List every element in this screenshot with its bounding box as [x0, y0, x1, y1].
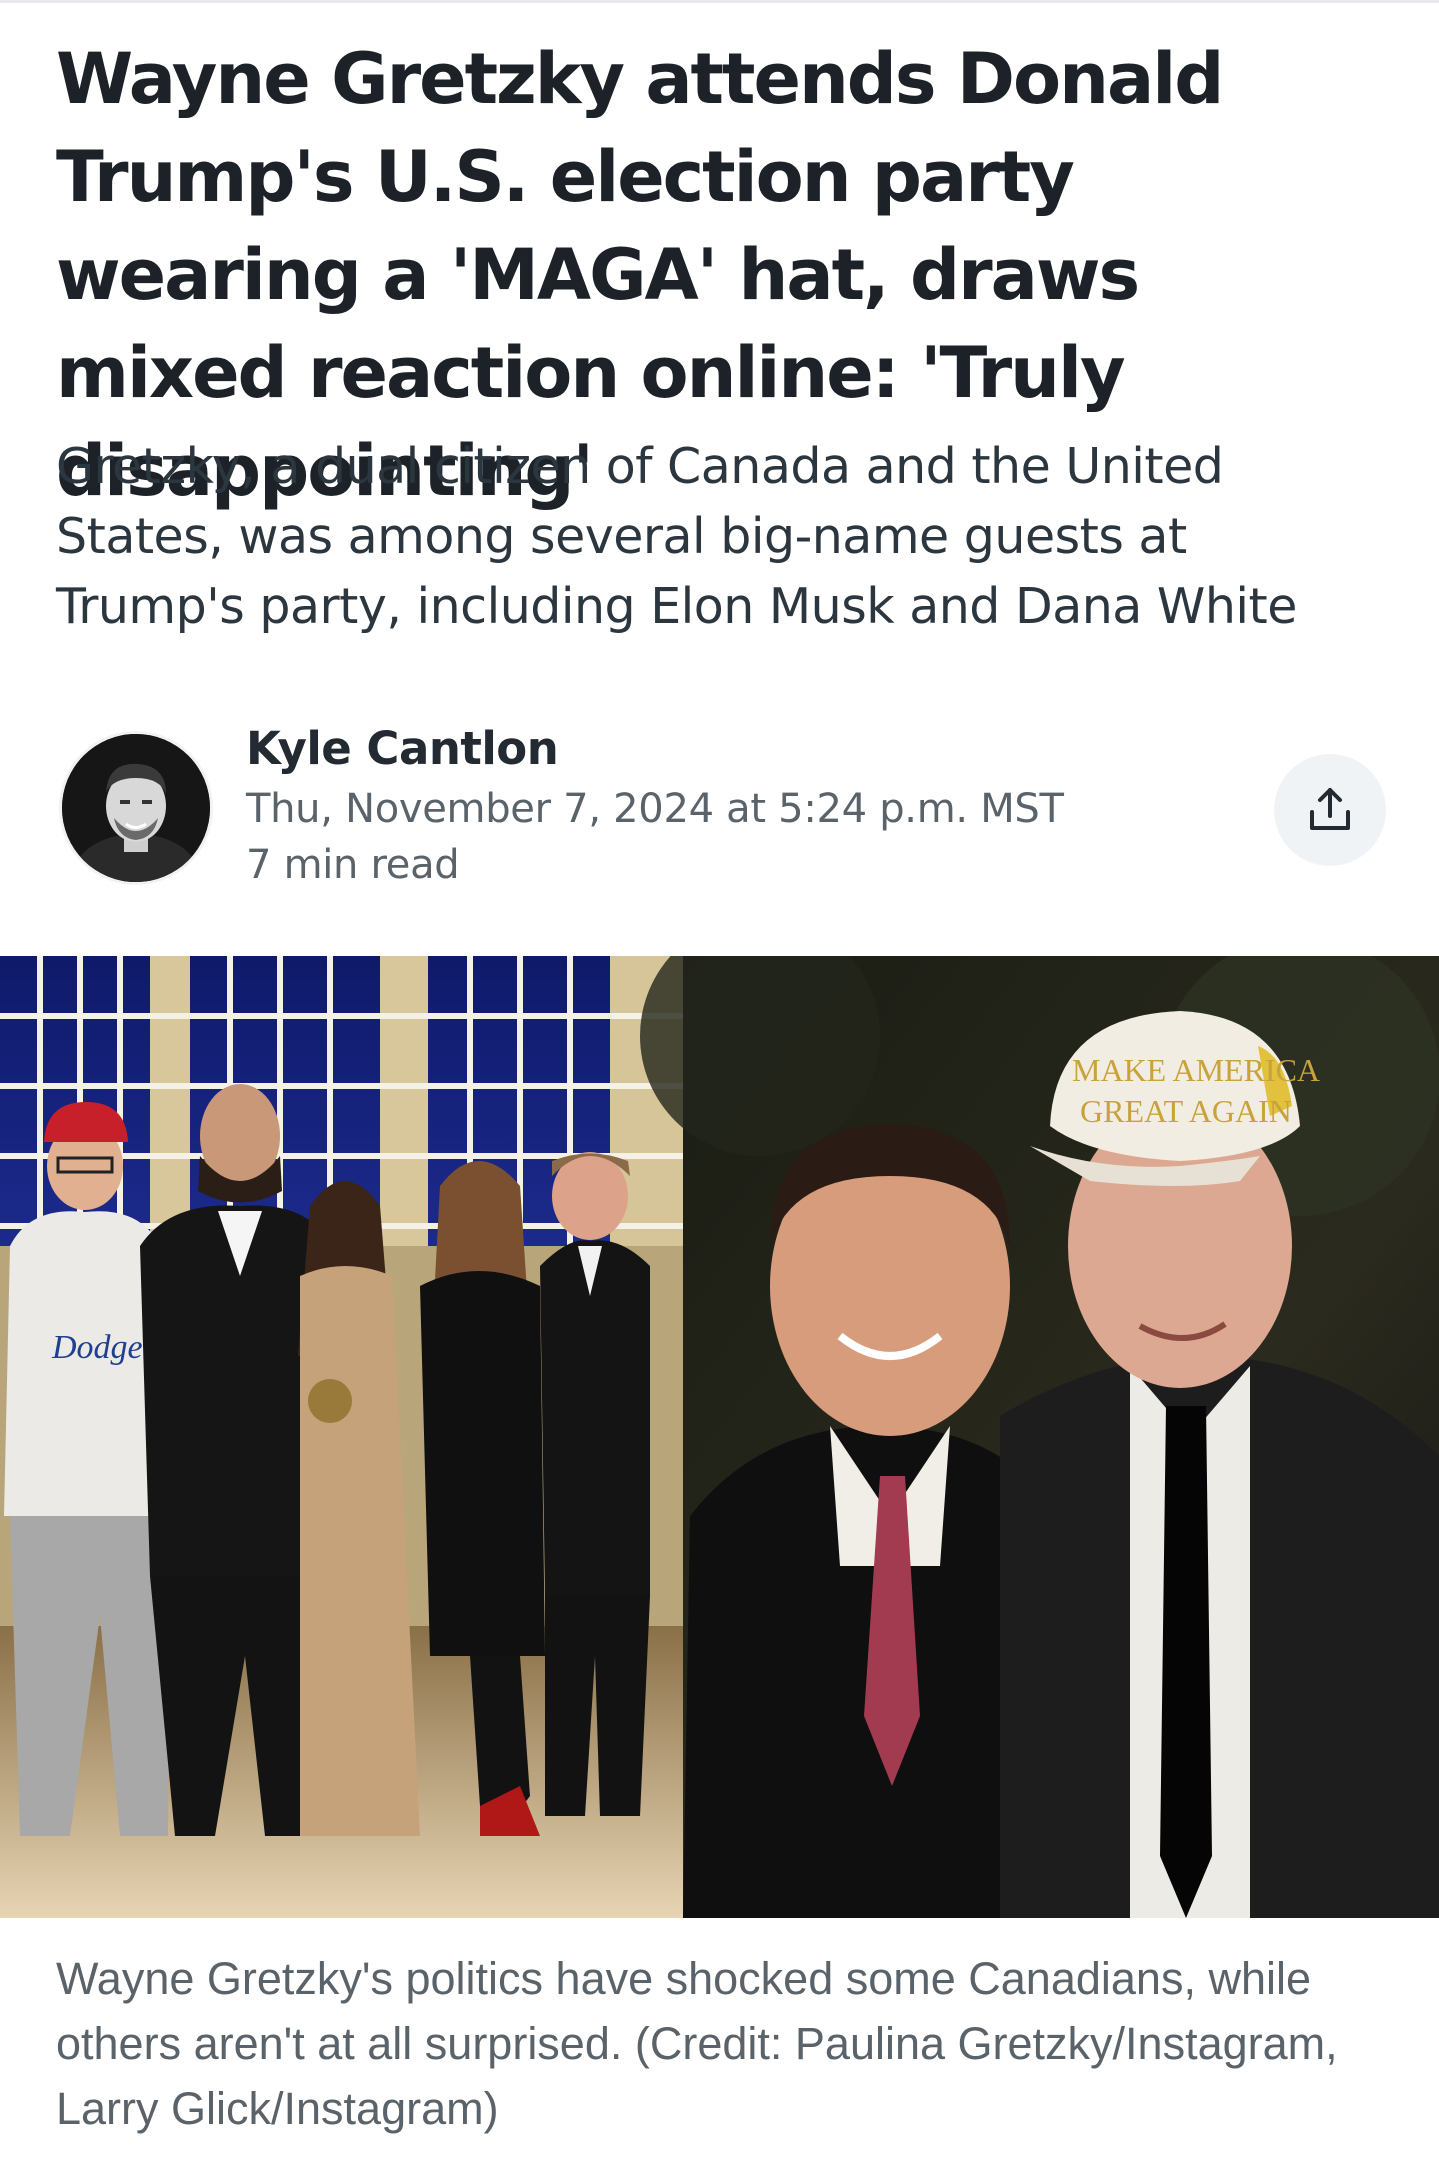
top-divider	[0, 0, 1439, 3]
right-photo: MAKE AMERICA GREAT AGAIN	[640, 956, 1439, 1918]
author-name[interactable]: Kyle Cantlon	[246, 722, 559, 775]
hat-line-2: GREAT AGAIN	[1080, 1093, 1292, 1129]
publish-date: Thu, November 7, 2024 at 5:24 p.m. MST	[246, 786, 1064, 832]
left-photo: Dodgers	[0, 956, 683, 1918]
author-avatar[interactable]	[62, 734, 210, 882]
photo-collage: Dodgers MAKE AMERICA GREAT AGAIN	[0, 956, 1439, 1918]
avatar-portrait-icon	[62, 734, 210, 882]
hat-line-1: MAKE AMERICA	[1072, 1052, 1320, 1088]
article-photo[interactable]: Dodgers MAKE AMERICA GREAT AGAIN	[0, 956, 1439, 1918]
article-subheadline: Gretzky, a dual citizen of Canada and th…	[56, 438, 1297, 635]
photo-caption: Wayne Gretzky's politics have shocked so…	[56, 1953, 1338, 2134]
share-button[interactable]	[1274, 754, 1386, 866]
read-time: 7 min read	[246, 842, 460, 888]
share-upload-icon	[1310, 788, 1350, 830]
